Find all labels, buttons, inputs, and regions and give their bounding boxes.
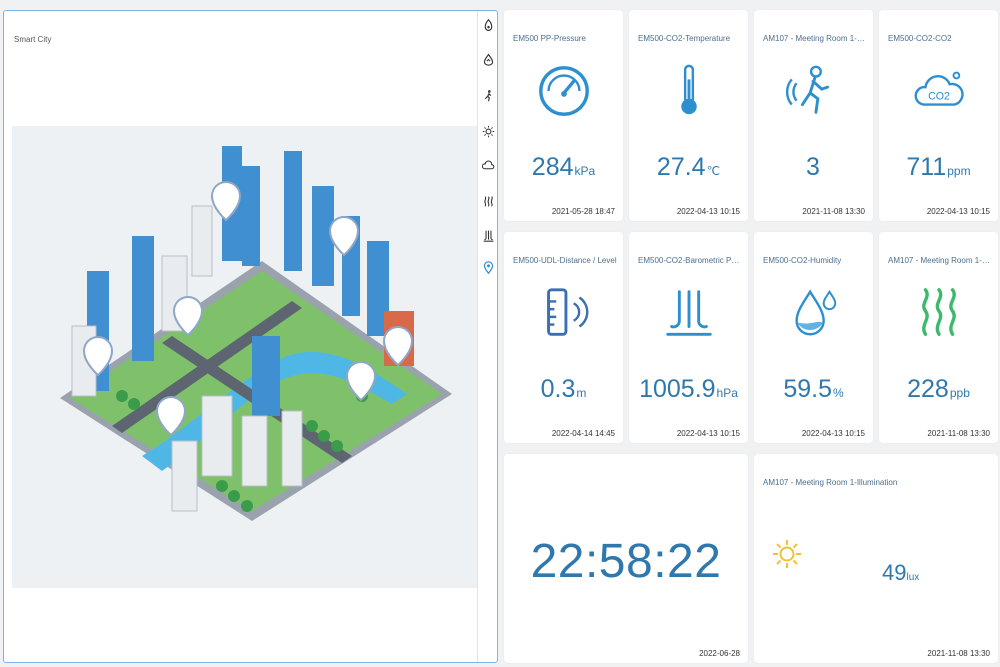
card-title: EM500 PP-Pressure (513, 34, 586, 43)
activity-card[interactable]: AM107 - Meeting Room 1-Activity 3 2021-1… (754, 10, 873, 221)
card-value: 711ppm (906, 153, 971, 181)
pressure-card[interactable]: EM500 PP-Pressure 284kPa 2021-05-28 18:4… (504, 10, 623, 221)
card-value: 59.5% (783, 375, 844, 403)
card-value: 3 (806, 153, 820, 181)
illumination-icon[interactable] (480, 123, 496, 139)
card-timestamp: 2022-04-13 10:15 (801, 429, 865, 438)
city-map-image[interactable] (12, 126, 478, 588)
card-title: EM500-CO2-Humidity (763, 256, 842, 265)
map-title: Smart City (14, 35, 52, 44)
smart-city-map-panel: Smart City (3, 10, 498, 663)
tvoc-icon[interactable] (480, 193, 496, 209)
humidity-card[interactable]: EM500-CO2-Humidity 59.5% 2022-04-13 10:1… (754, 232, 873, 443)
distance-level-card[interactable]: EM500-UDL-Distance / Level 0.3m 2022-04-… (504, 232, 623, 443)
map-toolbar (477, 11, 497, 662)
temperature-card[interactable]: EM500-CO2-Temperature 27.4℃ 2022-04-13 1… (629, 10, 748, 221)
sun-icon (772, 539, 802, 569)
distance-level-icon (535, 284, 593, 342)
card-title: EM500-CO2-CO2 (888, 34, 952, 43)
card-value: 1005.9hPa (639, 375, 738, 403)
card-title: EM500-CO2-Barometric Pressure (638, 256, 742, 265)
card-timestamp: 2021-11-08 13:30 (927, 429, 990, 438)
card-value: 284kPa (531, 153, 596, 181)
gauge-icon (535, 62, 593, 120)
card-value: 228ppb (907, 375, 970, 403)
card-title: AM107 - Meeting Room 1-TVOC (888, 256, 992, 265)
barometric-pressure-icon (660, 284, 718, 342)
tvoc-card[interactable]: AM107 - Meeting Room 1-TVOC 228ppb 2021-… (879, 232, 998, 443)
svg-text:CO2: CO2 (928, 91, 950, 103)
card-title: EM500-CO2-Temperature (638, 34, 731, 43)
card-timestamp: 2022-04-13 10:15 (676, 429, 740, 438)
clock-card: 22:58:22 2022-06-28 (504, 454, 748, 663)
activity-icon (785, 62, 843, 120)
card-value: 27.4℃ (656, 153, 721, 181)
card-timestamp: 2022-04-14 14:45 (551, 429, 615, 438)
card-timestamp: 2021-11-08 13:30 (802, 207, 865, 216)
clock-date: 2022-06-28 (699, 649, 740, 658)
tvoc-waves-icon (910, 284, 968, 342)
card-value: 49lux (882, 560, 920, 585)
clock-time: 22:58:22 (530, 535, 722, 588)
illumination-card[interactable]: AM107 - Meeting Room 1-Illumination 49lu… (754, 454, 998, 663)
location-pin-icon[interactable] (480, 259, 496, 275)
co2-card[interactable]: EM500-CO2-CO2 CO2 711ppm 2022-04-13 10:1… (879, 10, 998, 221)
card-timestamp: 2022-04-13 10:15 (676, 207, 740, 216)
card-timestamp: 2022-04-13 10:15 (926, 207, 990, 216)
activity-icon[interactable] (480, 87, 496, 103)
card-timestamp: 2021-05-28 18:47 (551, 207, 615, 216)
card-title: EM500-UDL-Distance / Level (513, 256, 617, 265)
barometric-icon[interactable] (480, 227, 496, 243)
card-timestamp: 2021-11-08 13:30 (927, 649, 990, 658)
pressure-icon[interactable] (480, 17, 496, 33)
card-title: AM107 - Meeting Room 1-Activity (763, 34, 867, 43)
card-title: AM107 - Meeting Room 1-Illumination (763, 478, 898, 487)
co2-cloud-icon: CO2 (910, 62, 968, 120)
humidity-drop-icon (785, 284, 843, 342)
temperature-icon[interactable] (480, 51, 496, 67)
barometric-pressure-card[interactable]: EM500-CO2-Barometric Pressure 1005.9hPa … (629, 232, 748, 443)
co2-icon[interactable] (480, 157, 496, 173)
thermometer-icon (660, 62, 718, 120)
card-value: 0.3m (540, 375, 587, 403)
